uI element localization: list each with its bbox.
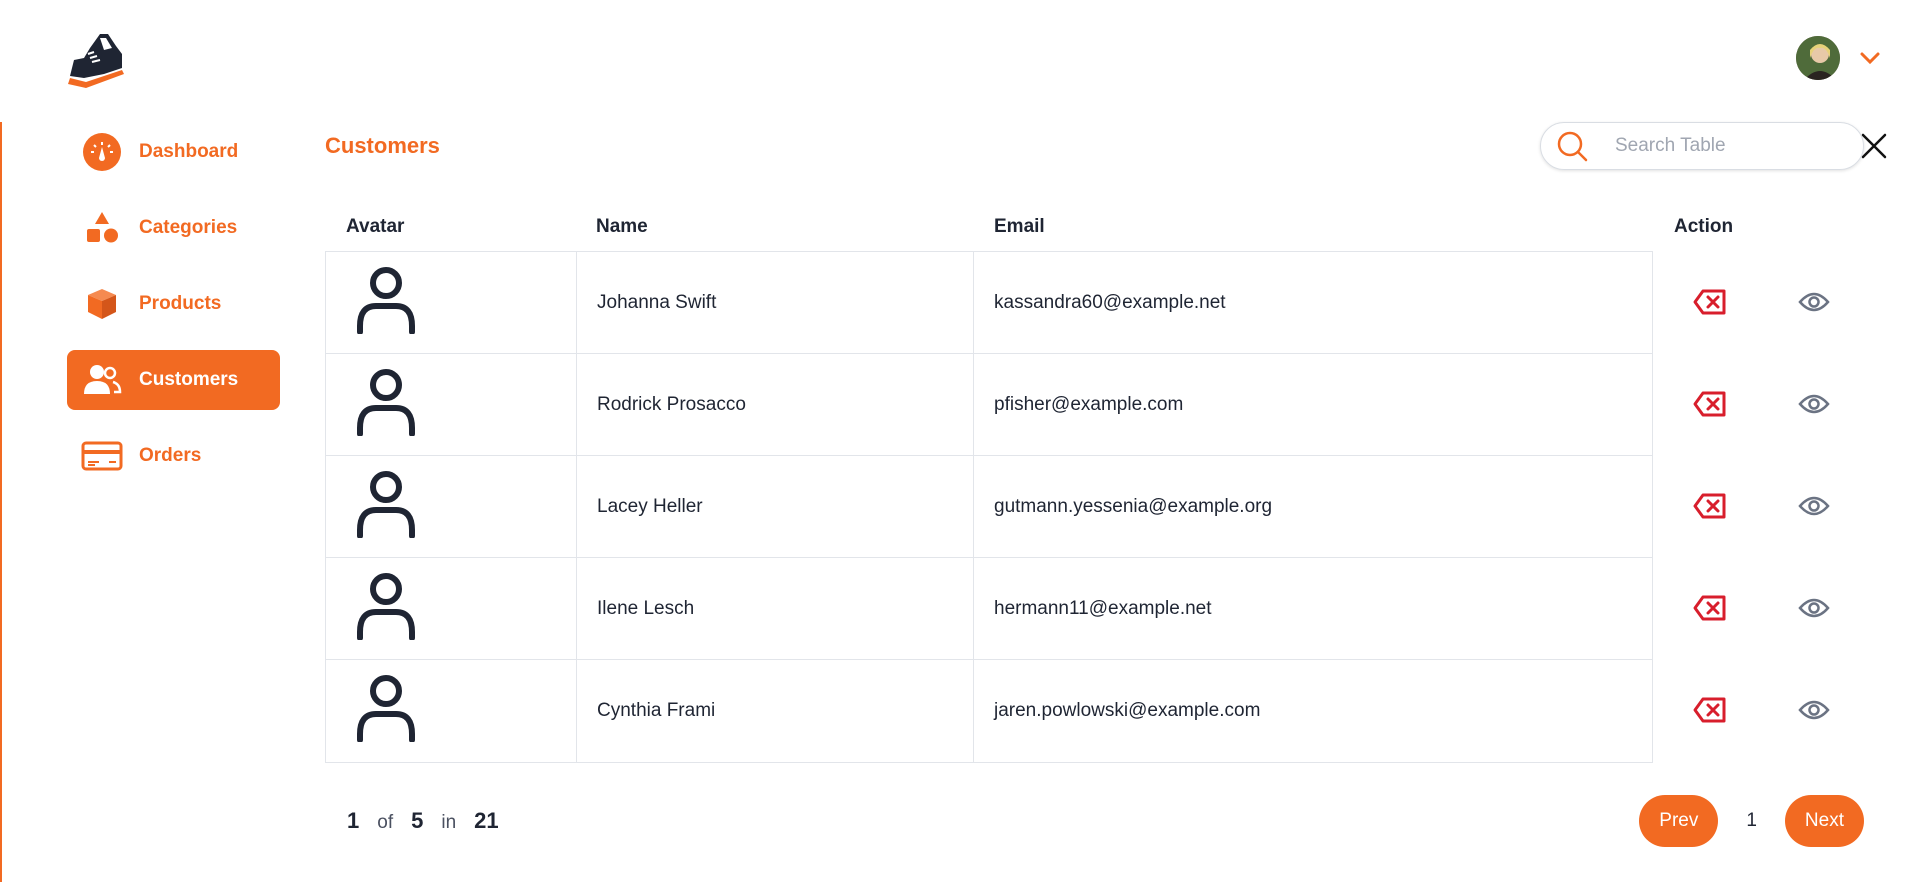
- eye-icon[interactable]: [1794, 384, 1834, 424]
- delete-icon[interactable]: [1690, 384, 1730, 424]
- column-header-action: Action: [1674, 216, 1734, 237]
- total-pages: 5: [411, 808, 424, 833]
- customer-email: hermann11@example.net: [994, 597, 1212, 619]
- delete-icon[interactable]: [1690, 282, 1730, 322]
- eye-icon[interactable]: [1794, 282, 1834, 322]
- page-title: Customers: [325, 133, 440, 158]
- column-header-avatar: Avatar: [346, 216, 405, 237]
- row-action-group: [1670, 455, 1870, 557]
- customer-name: Rodrick Prosacco: [577, 354, 974, 455]
- row-action-group: [1670, 557, 1870, 659]
- customer-name: Ilene Lesch: [577, 558, 974, 659]
- sidebar-divider: [0, 122, 2, 882]
- customer-name: Lacey Heller: [577, 456, 974, 557]
- table-row: Johanna Swift kassandra60@example.net: [326, 252, 1652, 354]
- delete-icon[interactable]: [1690, 486, 1730, 526]
- table-row: Rodrick Prosacco pfisher@example.com: [326, 354, 1652, 456]
- customers-table: Johanna Swift kassandra60@example.net Ro…: [325, 251, 1653, 763]
- customer-email: gutmann.yessenia@example.org: [994, 495, 1273, 517]
- user-avatar-icon: [354, 368, 418, 442]
- eye-icon[interactable]: [1794, 486, 1834, 526]
- eye-icon[interactable]: [1794, 690, 1834, 730]
- sidebar-item-label: Customers: [139, 369, 239, 390]
- in-label: in: [441, 812, 457, 833]
- user-avatar-icon: [354, 572, 418, 646]
- sidebar-item-label: Dashboard: [139, 141, 239, 162]
- user-avatar-icon: [354, 266, 418, 340]
- gauge-icon: [81, 131, 123, 173]
- sidebar-item-label: Categories: [139, 217, 238, 238]
- search-icon[interactable]: [1555, 128, 1589, 164]
- sidebar: Dashboard Categories Products Customers …: [67, 122, 280, 502]
- sidebar-item-dashboard[interactable]: Dashboard: [67, 122, 280, 182]
- delete-icon[interactable]: [1690, 588, 1730, 628]
- row-action-group: [1670, 353, 1870, 455]
- sidebar-item-products[interactable]: Products: [67, 274, 280, 334]
- row-action-group: [1670, 659, 1870, 761]
- sidebar-item-label: Orders: [139, 445, 202, 466]
- total-items: 21: [474, 808, 499, 833]
- shapes-icon: [81, 207, 123, 249]
- sidebar-item-label: Products: [139, 293, 222, 314]
- column-header-name: Name: [596, 216, 648, 237]
- user-avatar-icon: [354, 470, 418, 544]
- user-menu[interactable]: [1796, 36, 1884, 80]
- column-header-email: Email: [994, 216, 1045, 237]
- sneaker-logo[interactable]: [64, 28, 128, 92]
- search-input[interactable]: [1615, 135, 1860, 157]
- customer-name: Johanna Swift: [577, 252, 974, 353]
- sidebar-item-categories[interactable]: Categories: [67, 198, 280, 258]
- table-row: Lacey Heller gutmann.yessenia@example.or…: [326, 456, 1652, 558]
- page-number[interactable]: 1: [1738, 810, 1765, 832]
- of-label: of: [377, 812, 394, 833]
- customer-name: Cynthia Frami: [577, 660, 974, 762]
- search-box: [1540, 122, 1887, 170]
- credit-card-icon: [81, 435, 123, 477]
- pagination-controls: Prev 1 Next: [1639, 795, 1864, 847]
- table-row: Cynthia Frami jaren.powlowski@example.co…: [326, 660, 1652, 762]
- prev-button[interactable]: Prev: [1639, 795, 1719, 847]
- delete-icon[interactable]: [1690, 690, 1730, 730]
- table-row: Ilene Lesch hermann11@example.net: [326, 558, 1652, 660]
- user-avatar-icon: [354, 674, 418, 748]
- current-page: 1: [347, 808, 360, 833]
- pagination-info: 1 of 5 in 21: [347, 808, 499, 834]
- users-icon: [81, 359, 123, 401]
- customer-email: pfisher@example.com: [994, 393, 1184, 415]
- sidebar-item-orders[interactable]: Orders: [67, 426, 280, 486]
- customer-email: jaren.powlowski@example.com: [994, 700, 1261, 721]
- row-actions: [1670, 251, 1870, 761]
- chevron-down-icon[interactable]: [1856, 44, 1884, 72]
- eye-icon[interactable]: [1794, 588, 1834, 628]
- sidebar-item-customers[interactable]: Customers: [67, 350, 280, 410]
- user-avatar[interactable]: [1796, 36, 1840, 80]
- box-icon: [81, 283, 123, 325]
- next-button[interactable]: Next: [1784, 795, 1864, 847]
- customer-email: kassandra60@example.net: [994, 291, 1226, 313]
- close-icon[interactable]: [1860, 128, 1888, 164]
- row-action-group: [1670, 251, 1870, 353]
